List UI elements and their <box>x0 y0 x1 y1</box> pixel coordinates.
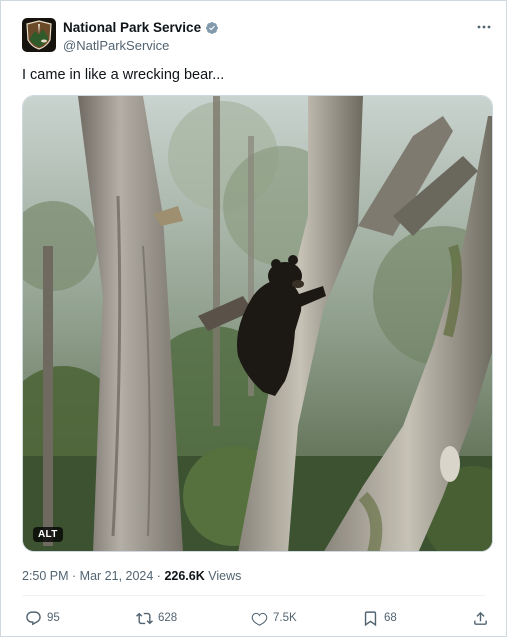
reply-button[interactable]: 95 <box>25 607 60 629</box>
author-display-name[interactable]: National Park Service <box>63 20 201 35</box>
more-options-icon[interactable] <box>476 19 492 35</box>
nps-logo-icon[interactable] <box>22 18 56 52</box>
bear-in-tree-photo <box>23 96 492 551</box>
share-button[interactable] <box>472 607 489 629</box>
bookmark-icon <box>364 610 377 626</box>
share-icon <box>474 611 487 625</box>
bookmark-count: 68 <box>384 612 397 624</box>
author-name[interactable]: National Park Service <box>63 20 219 35</box>
views-label: Views <box>204 569 242 583</box>
like-icon <box>251 612 268 626</box>
post-card: National Park Service @NatlParkService I… <box>0 0 507 637</box>
repost-button[interactable]: 628 <box>136 607 177 629</box>
reply-icon <box>26 610 41 625</box>
alt-text-badge[interactable]: ALT <box>33 527 63 542</box>
author-handle[interactable]: @NatlParkService <box>63 38 169 53</box>
post-image[interactable] <box>22 95 493 552</box>
action-bar: 95 628 7.5K 68 <box>22 607 492 631</box>
repost-icon <box>136 612 153 624</box>
like-count: 7.5K <box>273 612 297 624</box>
post-meta: 2:50 PM · Mar 21, 2024 · 226.6K Views <box>22 569 241 583</box>
repost-count: 628 <box>158 612 178 624</box>
post-timestamp[interactable]: 2:50 PM · Mar 21, 2024 <box>22 569 153 583</box>
post-text: I came in like a wrecking bear... <box>22 67 225 83</box>
like-button[interactable]: 7.5K <box>251 607 297 629</box>
reply-count: 95 <box>47 612 60 624</box>
divider <box>22 595 485 596</box>
views-count: 226.6K <box>164 569 205 583</box>
bookmark-button[interactable]: 68 <box>362 607 397 629</box>
verified-badge-icon <box>206 21 219 34</box>
meta-separator: · <box>153 569 165 583</box>
